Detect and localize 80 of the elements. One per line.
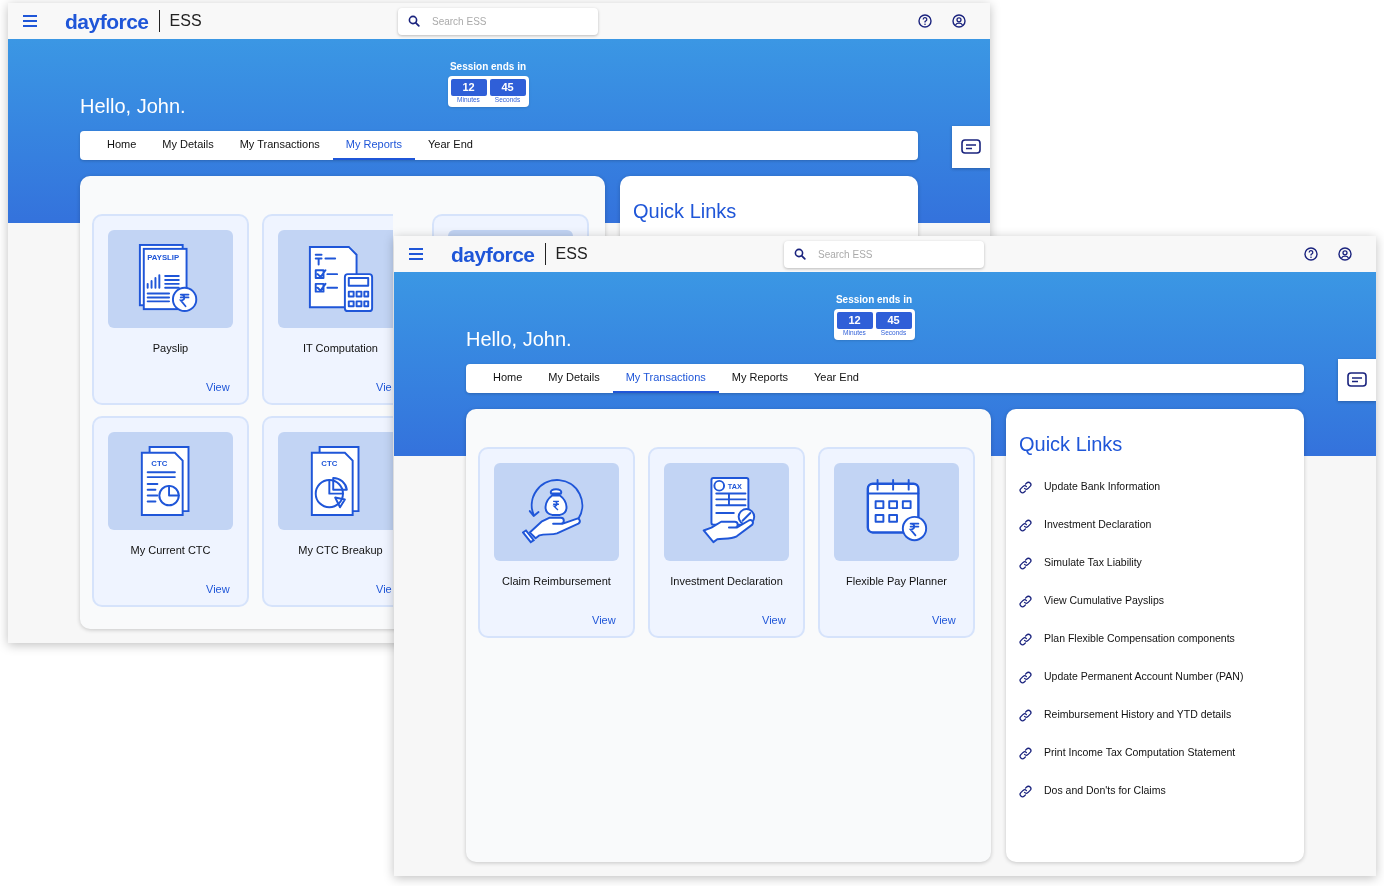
user-account-icon[interactable] — [952, 14, 966, 28]
view-link[interactable]: Vie — [376, 378, 392, 395]
link-icon — [1019, 784, 1032, 798]
view-link[interactable]: View — [206, 378, 230, 395]
quick-link[interactable]: Reimbursement History and YTD details — [1044, 707, 1232, 723]
icon-label: PAYSLIP — [146, 252, 179, 262]
link-icon — [1019, 670, 1032, 684]
tile-title: Investment Declaration — [669, 574, 784, 589]
timer-value: 12 — [836, 312, 873, 329]
user-account-icon[interactable] — [1338, 247, 1352, 261]
message-icon — [961, 139, 981, 155]
tile-card[interactable]: IT Computation Vie — [262, 214, 393, 405]
session-label: Session ends in — [835, 293, 913, 307]
nav-tab[interactable]: My Reports — [718, 364, 802, 393]
timer-value: 45 — [489, 79, 526, 96]
link-icon — [1019, 594, 1032, 608]
tile-title: Flexible Pay Planner — [845, 574, 948, 589]
quick-link[interactable]: Investment Declaration — [1044, 517, 1152, 533]
help-icon[interactable] — [1304, 247, 1318, 261]
tile-card[interactable]: Flexible Pay Planner View — [818, 447, 975, 638]
nav-tab[interactable]: My Transactions — [226, 131, 333, 160]
link-icon — [1019, 518, 1032, 532]
timer-value: 12 — [450, 79, 487, 96]
product-name: ESS — [555, 246, 588, 262]
search-icon — [794, 248, 806, 260]
link-icon — [1019, 746, 1032, 760]
view-link[interactable]: View — [932, 611, 956, 628]
nav-tab[interactable]: Year End — [801, 364, 872, 393]
nav-tab[interactable]: My Details — [535, 364, 613, 393]
help-icon[interactable] — [918, 14, 932, 28]
search-field[interactable]: Search ESS — [784, 241, 984, 268]
chat-button[interactable] — [952, 126, 990, 168]
view-link[interactable]: View — [762, 611, 786, 628]
quick-link[interactable]: View Cumulative Payslips — [1044, 593, 1165, 609]
quick-links-title: Quick Links — [1019, 432, 1124, 457]
tile-card[interactable]: CTC My Current CTC View — [92, 416, 249, 607]
tile-card[interactable]: Claim Reimbursement View — [478, 447, 635, 638]
timer-value: 45 — [875, 312, 912, 329]
quick-link[interactable]: Simulate Tax Liability — [1044, 555, 1142, 571]
quick-links-title: Quick Links — [633, 199, 738, 224]
tile-card[interactable] — [432, 214, 589, 237]
quick-link[interactable]: Print Income Tax Computation Statement — [1044, 745, 1236, 761]
quick-link[interactable]: Plan Flexible Compensation components — [1044, 631, 1235, 647]
link-icon — [1019, 632, 1032, 646]
chat-button[interactable] — [1338, 359, 1376, 401]
tile-title: Payslip — [151, 341, 190, 356]
greeting: Hello, John. — [80, 94, 186, 119]
nav-tab[interactable]: My Transactions — [612, 364, 719, 393]
tile-card[interactable]: PAYSLIP Payslip View — [92, 214, 249, 405]
link-icon — [1019, 480, 1032, 494]
menu-icon[interactable] — [408, 248, 424, 260]
menu-icon[interactable] — [22, 15, 38, 27]
nav-tab[interactable]: Home — [480, 364, 536, 393]
session-label: Session ends in — [449, 60, 527, 74]
logo: dayforce — [451, 243, 535, 265]
link-icon — [1019, 556, 1032, 570]
icon-label: CTC — [150, 459, 167, 469]
view-link[interactable]: Vie — [376, 580, 392, 597]
nav-tab[interactable]: Year End — [415, 131, 486, 160]
product-name: ESS — [169, 13, 202, 29]
quick-link[interactable]: Dos and Don'ts for Claims — [1044, 783, 1166, 799]
nav-tab[interactable]: My Details — [149, 131, 227, 160]
quick-link[interactable]: Update Permanent Account Number (PAN) — [1044, 669, 1244, 685]
logo: dayforce — [65, 10, 149, 32]
link-icon — [1019, 708, 1032, 722]
greeting: Hello, John. — [466, 327, 572, 352]
nav-tab[interactable]: My Reports — [332, 131, 416, 160]
tile-title: Claim Reimbursement — [501, 574, 612, 589]
tile-card[interactable]: CTC My CTC Breakup Vie — [262, 416, 393, 607]
tile-title: IT Computation — [302, 341, 379, 356]
nav-tab[interactable]: Home — [94, 131, 150, 160]
view-link[interactable]: View — [592, 611, 616, 628]
view-link[interactable]: View — [206, 580, 230, 597]
message-icon — [1347, 372, 1367, 388]
search-icon — [408, 15, 420, 27]
quick-link[interactable]: Update Bank Information — [1044, 479, 1161, 495]
search-field[interactable]: Search ESS — [398, 8, 598, 35]
icon-label: CTC — [320, 459, 337, 469]
tile-title: My CTC Breakup — [297, 543, 384, 558]
tile-title: My Current CTC — [129, 543, 212, 558]
